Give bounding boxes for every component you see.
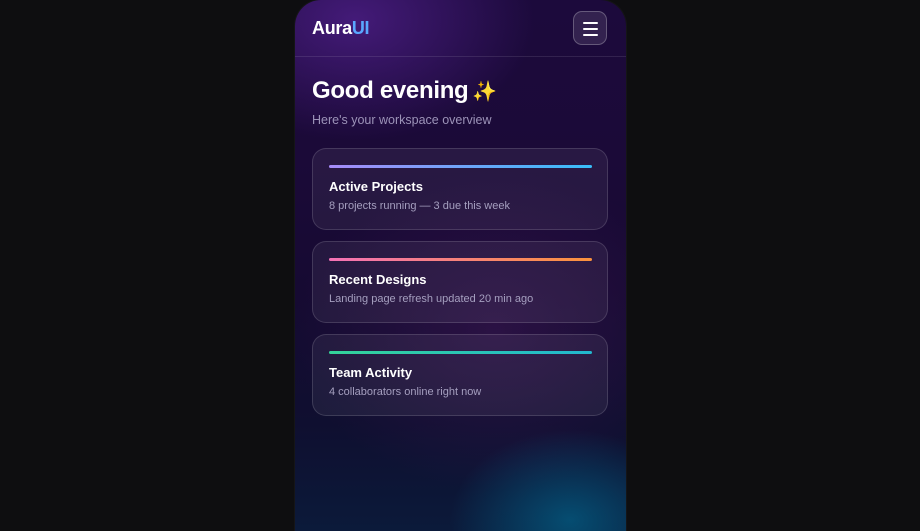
greeting-text: Good evening — [312, 77, 469, 104]
menu-icon-bar — [583, 34, 598, 36]
card-description: Landing page refresh updated 20 min ago — [329, 293, 534, 305]
page-subtitle: Here's your workspace overview — [312, 113, 492, 127]
app-logo[interactable]: AuraUI — [312, 18, 370, 39]
card-accent-line — [329, 258, 592, 261]
menu-button[interactable] — [573, 11, 607, 45]
card-active-projects[interactable]: Active Projects 8 projects running — 3 d… — [312, 148, 608, 230]
logo-text: Aura — [312, 18, 352, 38]
card-description: 8 projects running — 3 due this week — [329, 200, 510, 212]
card-title: Recent Designs — [329, 272, 427, 287]
mobile-app-frame: AuraUI Good evening ✨ Here's your workspa… — [295, 0, 626, 531]
sparkle-icon: ✨ — [472, 81, 498, 103]
card-description: 4 collaborators online right now — [329, 386, 482, 398]
card-team-activity[interactable]: Team Activity 4 collaborators online rig… — [312, 334, 608, 416]
card-accent-line — [329, 165, 592, 168]
card-title: Active Projects — [329, 179, 423, 194]
card-title: Team Activity — [329, 365, 413, 380]
card-accent-line — [329, 351, 592, 354]
menu-icon-bar — [583, 28, 598, 30]
app-header: AuraUI — [295, 0, 626, 57]
logo-accent-text: UI — [351, 18, 370, 38]
menu-icon-bar — [583, 22, 598, 24]
page-title: Good evening ✨ — [312, 77, 497, 105]
card-recent-designs[interactable]: Recent Designs Landing page refresh upda… — [312, 241, 608, 323]
